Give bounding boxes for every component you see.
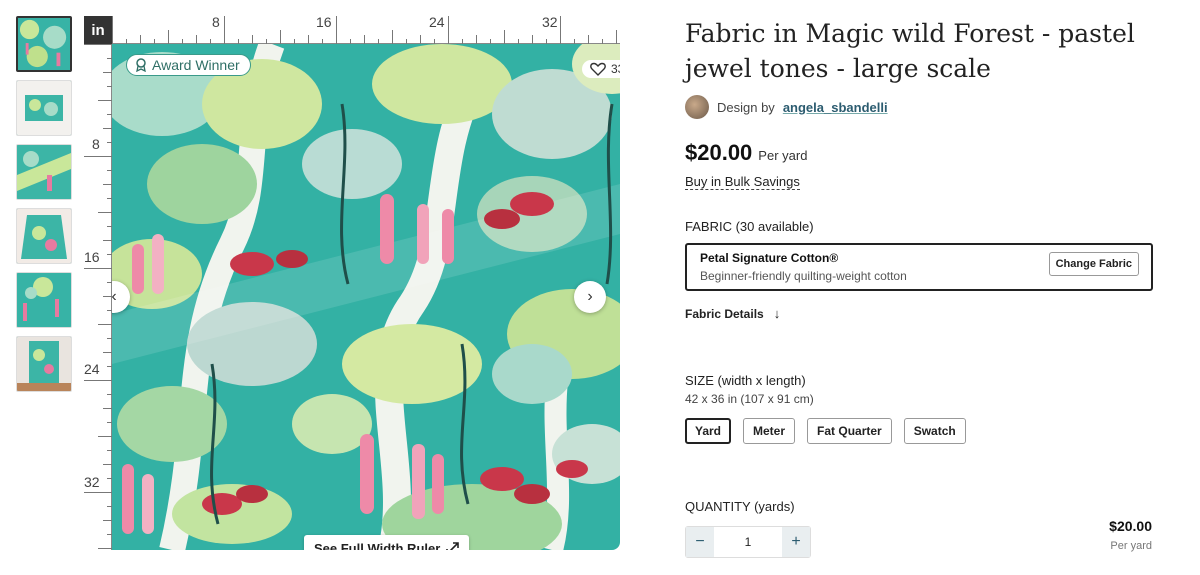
total-amount: $20.00 (1109, 518, 1152, 534)
ruler-top-label-8: 8 (212, 14, 220, 30)
design-by-label: Design by (717, 99, 775, 115)
size-option-fat-quarter[interactable]: Fat Quarter (807, 418, 892, 444)
quantity-stepper: − 1 + (685, 526, 811, 558)
fabric-selector: Petal Signature Cotton® Beginner-friendl… (685, 243, 1153, 291)
arrow-down-icon: ↓ (773, 306, 781, 321)
quantity-label: QUANTITY (yards) (685, 499, 795, 514)
ruler-button-label: See Full Width Ruler (314, 541, 441, 550)
see-full-width-ruler-button[interactable]: See Full Width Ruler (304, 535, 470, 550)
size-option-yard[interactable]: Yard (685, 418, 732, 444)
size-option-meter[interactable]: Meter (743, 418, 796, 444)
size-dimensions: 42 x 36 in (107 x 91 cm) (685, 392, 814, 406)
change-fabric-button[interactable]: Change Fabric (1048, 252, 1139, 276)
chevron-right-icon: › (587, 288, 593, 305)
thumbnail-5[interactable] (16, 272, 72, 328)
fabric-name: Petal Signature Cotton® (700, 251, 839, 265)
ruler-top: 8 16 24 32 (112, 14, 620, 44)
price-unit: Per yard (758, 148, 808, 163)
designer-credit: Design by angela_sbandelli (685, 95, 888, 119)
fabric-details-toggle[interactable]: Fabric Details ↓ (685, 306, 780, 321)
chevron-left-icon: ‹ (112, 288, 117, 306)
likes-count: 331 (611, 62, 620, 76)
award-winner-badge: Award Winner (126, 54, 251, 76)
size-option-swatch[interactable]: Swatch (903, 418, 966, 444)
fabric-pattern (112, 44, 620, 550)
thumbnail-6[interactable] (16, 336, 72, 392)
designer-link[interactable]: angela_sbandelli (783, 100, 888, 115)
thumbnail-1[interactable] (16, 16, 72, 72)
designer-avatar[interactable] (685, 95, 709, 119)
favorite-button[interactable]: 331 (582, 60, 620, 78)
ruler-left-label-24: 24 (84, 361, 100, 377)
size-section-label: SIZE (width x length) (685, 373, 806, 388)
fabric-image: Award Winner 331 ‹ › See Full Width Rule… (112, 44, 620, 550)
size-options: Yard Meter Fat Quarter Swatch (685, 418, 966, 444)
ruler-top-label-32: 32 (542, 14, 558, 30)
next-image-button[interactable]: › (574, 281, 606, 313)
ruler-unit-toggle[interactable]: in (84, 16, 112, 44)
fabric-section-label: FABRIC (30 available) (685, 219, 814, 234)
fabric-details-label: Fabric Details (685, 306, 764, 321)
bulk-savings-link[interactable]: Buy in Bulk Savings (685, 174, 800, 190)
fabric-description: Beginner-friendly quilting-weight cotton (700, 269, 907, 283)
total-price: $20.00 Per yard (1109, 518, 1152, 552)
ruler-left-label-8: 8 (92, 136, 100, 152)
quantity-decrease-button[interactable]: − (686, 527, 714, 557)
thumbnail-2[interactable] (16, 80, 72, 136)
thumbnail-list (16, 16, 72, 400)
thumbnail-3[interactable] (16, 144, 72, 200)
ruler-top-label-16: 16 (316, 14, 332, 30)
quantity-input[interactable]: 1 (714, 527, 782, 557)
thumbnail-4[interactable] (16, 208, 72, 264)
product-title: Fabric in Magic wild Forest - pastel jew… (685, 19, 1135, 83)
ruler-unit-label: in (91, 21, 105, 39)
ruler-top-label-24: 24 (429, 14, 445, 30)
award-label: Award Winner (152, 57, 240, 73)
heart-icon (590, 62, 606, 76)
price-amount: $20.00 (685, 140, 753, 165)
fabric-image-viewer: in 8 16 24 32 8 16 24 32 Award Winner 3 … (84, 14, 620, 550)
ruler-left-label-16: 16 (84, 249, 100, 265)
award-ribbon-icon (136, 58, 146, 72)
ruler-left: 8 16 24 32 (84, 44, 112, 550)
quantity-increase-button[interactable]: + (782, 527, 810, 557)
ruler-left-label-32: 32 (84, 474, 100, 490)
expand-arrows-icon (446, 542, 460, 550)
total-unit: Per yard (1110, 540, 1152, 552)
price-block: $20.00 Per yard (685, 140, 807, 166)
